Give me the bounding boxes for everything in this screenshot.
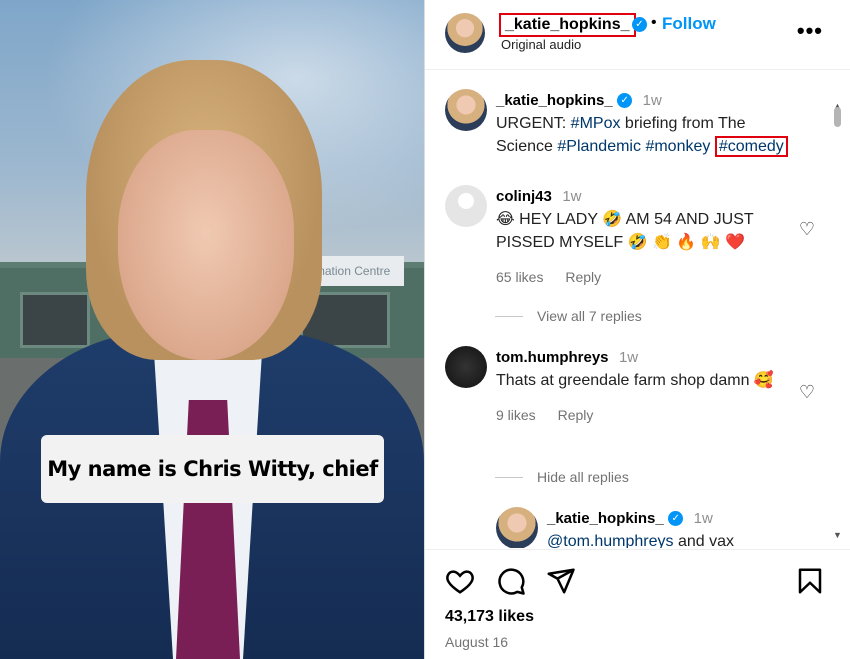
commenter-username[interactable]: tom.humphreys bbox=[496, 349, 609, 366]
author-avatar[interactable] bbox=[445, 13, 485, 53]
hide-replies-toggle[interactable]: Hide all replies bbox=[495, 469, 629, 485]
scroll-thumb[interactable] bbox=[834, 107, 841, 127]
reply-button[interactable]: Reply bbox=[558, 407, 594, 423]
bookmark-icon[interactable] bbox=[795, 566, 825, 596]
author-username[interactable]: _katie_hopkins_ bbox=[499, 13, 636, 37]
comment-like-heart-icon[interactable]: ♡ bbox=[799, 219, 815, 240]
post-actions: 43,173 likes August 16 bbox=[425, 549, 850, 659]
video-person-face bbox=[118, 130, 294, 360]
more-options-icon[interactable]: ••• bbox=[797, 18, 823, 44]
hashtag-plandemic[interactable]: #Plandemic bbox=[557, 138, 641, 155]
reply-mention[interactable]: @tom.humphreys bbox=[547, 533, 674, 548]
hashtag-comedy[interactable]: #comedy bbox=[714, 136, 788, 157]
audio-label[interactable]: Original audio bbox=[501, 37, 581, 52]
comments-scrollbar[interactable]: ▲ ▼ bbox=[832, 101, 842, 540]
view-replies-label: View all 7 replies bbox=[537, 308, 642, 324]
view-replies-toggle[interactable]: View all 7 replies bbox=[495, 308, 642, 324]
commenter-avatar[interactable] bbox=[445, 346, 487, 388]
post-side-panel: _katie_hopkins_ ✓ • Follow Original audi… bbox=[424, 0, 850, 659]
separator-dot: • bbox=[651, 14, 657, 31]
comments-section[interactable]: _katie_hopkins_ ✓ 1w URGENT: #MPox brief… bbox=[425, 71, 850, 548]
reply-username[interactable]: _katie_hopkins_ bbox=[547, 510, 664, 527]
instagram-post-view: Vaccination Centre My name is Chris Witt… bbox=[0, 0, 850, 659]
comment-like-heart-icon[interactable]: ♡ bbox=[799, 382, 815, 403]
comment-likes[interactable]: 65 likes bbox=[496, 269, 543, 285]
scroll-down-arrow-icon[interactable]: ▼ bbox=[833, 530, 842, 540]
reply-button[interactable]: Reply bbox=[565, 269, 601, 285]
caption-text: URGENT: bbox=[496, 115, 571, 132]
reply-text: and vax bbox=[673, 533, 734, 548]
verified-badge-icon: ✓ bbox=[668, 511, 684, 527]
hide-replies-label: Hide all replies bbox=[537, 469, 629, 485]
hashtag-mpox[interactable]: #MPox bbox=[571, 115, 621, 132]
comment-item: colinj43 1w 😂 HEY LADY 🤣 AM 54 AND JUST … bbox=[445, 185, 815, 285]
reply-author-avatar[interactable] bbox=[496, 507, 538, 548]
heart-icon[interactable] bbox=[445, 566, 475, 596]
comment-item: tom.humphreys 1w Thats at greendale farm… bbox=[445, 346, 815, 446]
video-subtitle: My name is Chris Witty, chief bbox=[41, 435, 384, 503]
hashtag-monkey[interactable]: #monkey bbox=[645, 138, 710, 155]
comment-text: 😂 HEY LADY 🤣 AM 54 AND JUST PISSED MYSEL… bbox=[496, 211, 754, 251]
post-likes-count[interactable]: 43,173 likes bbox=[445, 608, 534, 626]
comment-time[interactable]: 1w bbox=[619, 349, 638, 366]
follow-button[interactable]: Follow bbox=[662, 14, 716, 34]
caption-time[interactable]: 1w bbox=[643, 92, 662, 109]
post-header: _katie_hopkins_ ✓ • Follow Original audi… bbox=[425, 0, 850, 70]
video-player[interactable]: Vaccination Centre My name is Chris Witt… bbox=[0, 0, 424, 659]
verified-badge-icon: ✓ bbox=[632, 17, 647, 32]
commenter-avatar[interactable] bbox=[445, 185, 487, 227]
comment-text: Thats at greendale farm shop damn 🥰 bbox=[496, 372, 774, 389]
share-icon[interactable] bbox=[546, 566, 576, 596]
comment-icon[interactable] bbox=[496, 566, 526, 596]
post-date[interactable]: August 16 bbox=[445, 634, 508, 650]
reply-time[interactable]: 1w bbox=[694, 510, 713, 527]
caption-username[interactable]: _katie_hopkins_ bbox=[496, 92, 613, 109]
commenter-username[interactable]: colinj43 bbox=[496, 188, 552, 205]
verified-badge-icon: ✓ bbox=[617, 93, 633, 109]
comment-likes[interactable]: 9 likes bbox=[496, 407, 536, 423]
comment-time[interactable]: 1w bbox=[562, 188, 581, 205]
caption-author-avatar[interactable] bbox=[445, 89, 487, 131]
